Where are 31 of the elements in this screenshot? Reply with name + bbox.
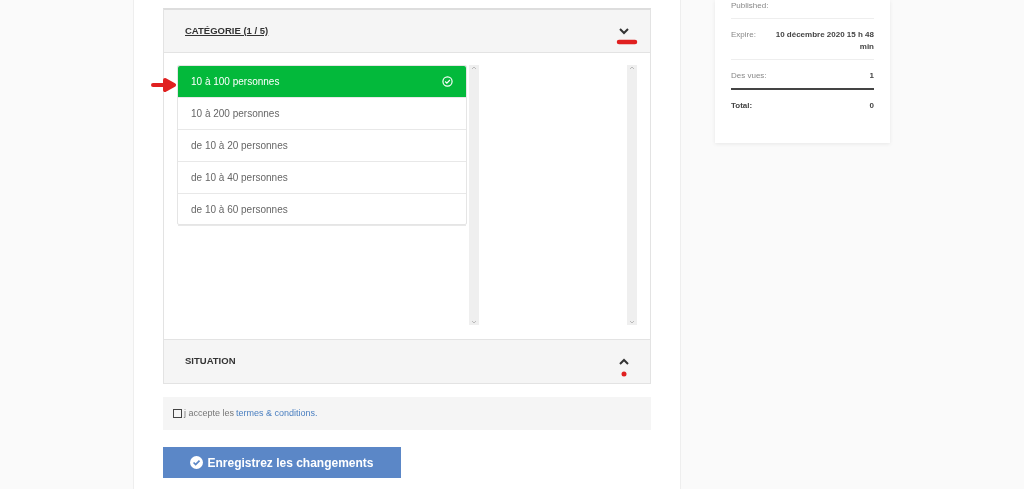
section-title: SITUATION	[185, 354, 236, 369]
option-item[interactable]: 10 à 200 personnes	[178, 98, 466, 130]
summary-value: 1	[869, 70, 874, 82]
underline-annotation	[616, 39, 638, 45]
summary-value: 0	[869, 100, 874, 112]
check-circle-icon	[190, 456, 204, 469]
terms-link[interactable]: termes & conditions.	[236, 406, 318, 421]
summary-label: Total:	[731, 100, 753, 112]
summary-label: Des vues:	[731, 70, 767, 82]
summary-label: Published:	[731, 0, 769, 12]
option-item[interactable]: de 10 à 20 personnes	[178, 130, 466, 162]
scroll-up-icon[interactable]	[629, 65, 635, 71]
checkbox[interactable]	[173, 409, 182, 418]
terms-label: j accepte les	[184, 406, 235, 420]
scrollbar[interactable]	[469, 65, 479, 325]
option-item[interactable]: de 10 à 60 personnes	[178, 194, 466, 226]
summary-value: 10 décembre 2020 15 h 48 min	[774, 29, 874, 53]
summary-label: Expire:	[731, 29, 756, 41]
chevron-down-icon[interactable]	[618, 25, 630, 37]
arrow-annotation	[151, 78, 179, 92]
scrollbar[interactable]	[627, 65, 637, 325]
scroll-down-icon[interactable]	[471, 319, 477, 325]
section-header[interactable]: SITUATION	[163, 339, 651, 384]
option-item[interactable]: de 10 à 40 personnes	[178, 162, 466, 194]
section-title: CATÉGORIE (1 / 5)	[185, 23, 269, 38]
check-circle-icon	[442, 76, 453, 87]
scroll-down-icon[interactable]	[629, 319, 635, 325]
section-header[interactable]: CATÉGORIE (1 / 5)	[163, 8, 651, 53]
scroll-up-icon[interactable]	[471, 65, 477, 71]
dot-annotation	[621, 371, 627, 377]
save-button[interactable]: Enregistrez les changements	[163, 447, 401, 478]
